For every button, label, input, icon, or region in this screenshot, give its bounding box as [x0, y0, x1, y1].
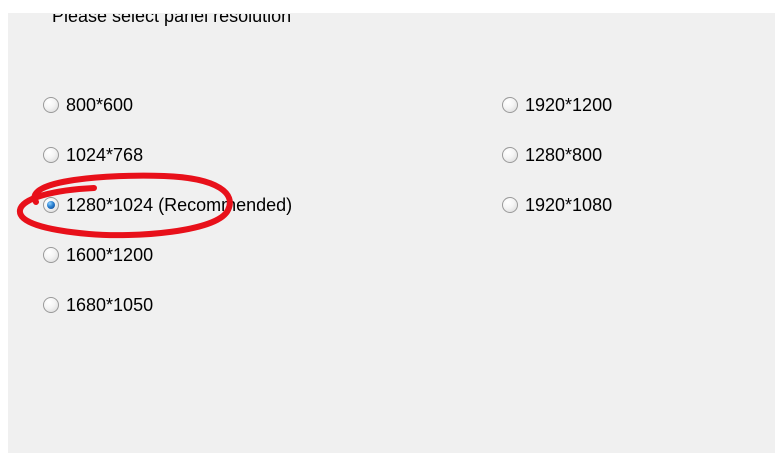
radio-button[interactable]	[43, 297, 59, 313]
radio-label: 1920*1200	[525, 95, 613, 115]
screenshot: Please select panel resolution 800*600 1…	[0, 0, 775, 453]
panel-prompt: Please select panel resolution	[52, 14, 292, 26]
radio-label: 1680*1050	[66, 295, 154, 315]
radio-button[interactable]	[502, 147, 518, 163]
radio-option-1280x800[interactable]: 1280*800	[502, 143, 602, 167]
radio-option-1024x768[interactable]: 1024*768	[43, 143, 143, 167]
radio-option-1920x1200[interactable]: 1920*1200	[502, 93, 612, 117]
radio-option-1680x1050[interactable]: 1680*1050	[43, 293, 153, 317]
radio-label: 1280*1024 (Recommended)	[66, 195, 293, 215]
radio-button[interactable]	[43, 147, 59, 163]
resolution-panel: Please select panel resolution 800*600 1…	[8, 13, 775, 453]
radio-option-1600x1200[interactable]: 1600*1200	[43, 243, 153, 267]
radio-label: 1024*768	[66, 145, 144, 165]
radio-button[interactable]	[43, 247, 59, 263]
radio-option-1920x1080[interactable]: 1920*1080	[502, 193, 612, 217]
radio-label: 800*600	[66, 95, 134, 115]
radio-button[interactable]	[502, 97, 518, 113]
radio-option-1280x1024[interactable]: 1280*1024 (Recommended)	[43, 193, 292, 217]
radio-label: 1920*1080	[525, 195, 613, 215]
radio-label: 1600*1200	[66, 245, 154, 265]
radio-option-800x600[interactable]: 800*600	[43, 93, 133, 117]
radio-label: 1280*800	[525, 145, 603, 165]
radio-button-selected[interactable]	[43, 197, 59, 213]
radio-button[interactable]	[43, 97, 59, 113]
radio-button[interactable]	[502, 197, 518, 213]
